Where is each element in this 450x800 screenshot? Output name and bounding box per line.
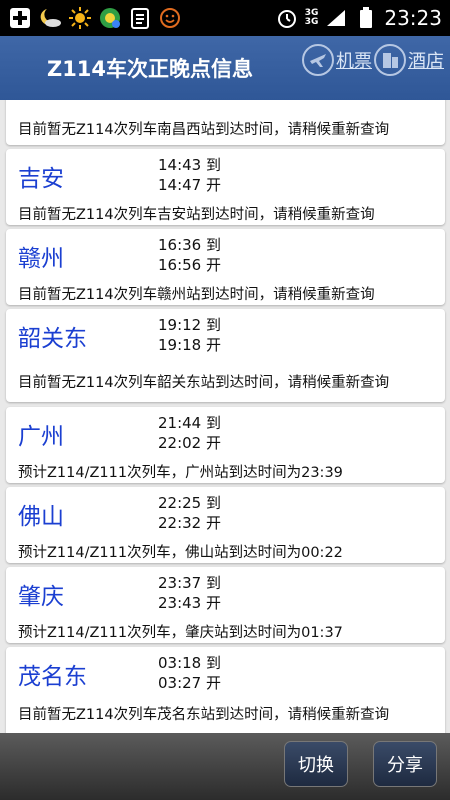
station-note: 目前暂无Z114次列车南昌西站到达时间，请稍候重新查询 [18,122,390,138]
departure-time: 14:47 开 [158,176,221,194]
network-type: 3G 3G [305,9,319,27]
departure-time: 19:18 开 [158,336,221,354]
departure-time: 16:56 开 [158,256,221,274]
station-note: 预计Z114/Z111次列车，肇庆站到达时间为01:37 [18,625,343,641]
share-button[interactable]: 分享 [373,741,437,787]
station-name: 佛山 [18,504,64,530]
arrival-time: 19:12 到 [158,316,221,334]
flight-tickets-label: 机票 [336,51,372,72]
flight-tickets-link[interactable]: 机票 [302,44,372,76]
station-name: 肇庆 [18,584,64,610]
hotel-link[interactable]: 酒店 [374,44,444,76]
arrival-time: 23:37 到 [158,574,221,592]
station-note: 预计Z114/Z111次列车，佛山站到达时间为00:22 [18,545,343,561]
station-name: 吉安 [18,166,64,192]
alarm-clock-icon [275,6,299,30]
station-card[interactable]: 韶关东 19:12 到 19:18 开 目前暂无Z114次列车韶关东站到达时间，… [6,309,445,402]
departure-time: 03:27 开 [158,674,221,692]
battery-icon [354,6,378,30]
bottom-bar: 切换 分享 [0,733,450,800]
station-times: 03:18 到 03:27 开 [158,653,221,693]
arrival-time: 14:43 到 [158,156,221,174]
station-times: 23:37 到 23:43 开 [158,573,221,613]
station-card[interactable]: 吉安 14:43 到 14:47 开 目前暂无Z114次列车吉安站到达时间，请稍… [6,149,445,225]
station-times: 22:25 到 22:32 开 [158,493,221,533]
plus-square-icon [8,6,32,30]
station-times: 14:43 到 14:47 开 [158,155,221,195]
departure-time: 22:32 开 [158,514,221,532]
station-note: 预计Z114/Z111次列车，广州站到达时间为23:39 [18,465,343,481]
departure-time: 22:02 开 [158,434,221,452]
status-time: 23:23 [384,6,442,30]
station-card[interactable]: 广州 21:44 到 22:02 开 预计Z114/Z111次列车，广州站到达时… [6,407,445,483]
arrival-time: 21:44 到 [158,414,221,432]
station-note: 目前暂无Z114次列车吉安站到达时间，请稍候重新查询 [18,207,375,223]
station-list[interactable]: 目前暂无Z114次列车南昌西站到达时间，请稍候重新查询 吉安 14:43 到 1… [0,100,450,733]
building-icon [374,44,406,76]
clipboard-icon [128,6,152,30]
arrival-time: 03:18 到 [158,654,221,672]
station-card[interactable]: 茂名东 03:18 到 03:27 开 目前暂无Z114次列车茂名东站到达时间，… [6,647,445,733]
departure-time: 23:43 开 [158,594,221,612]
station-card[interactable]: 肇庆 23:37 到 23:43 开 预计Z114/Z111次列车，肇庆站到达时… [6,567,445,643]
station-note: 目前暂无Z114次列车赣州站到达时间，请稍候重新查询 [18,287,375,303]
airplane-icon [302,44,334,76]
network-bottom-label: 3G [304,17,319,27]
hotel-label: 酒店 [408,51,444,72]
station-times: 19:12 到 19:18 开 [158,315,221,355]
station-card[interactable]: 目前暂无Z114次列车南昌西站到达时间，请稍候重新查询 [6,100,445,145]
station-name: 茂名东 [18,664,87,690]
station-card[interactable]: 赣州 16:36 到 16:56 开 目前暂无Z114次列车赣州站到达时间，请稍… [6,229,445,305]
station-times: 16:36 到 16:56 开 [158,235,221,275]
sun-icon [68,6,92,30]
moon-cloud-icon [38,6,62,30]
station-card[interactable]: 佛山 22:25 到 22:32 开 预计Z114/Z111次列车，佛山站到达时… [6,487,445,563]
station-note: 目前暂无Z114次列车茂名东站到达时间，请稍候重新查询 [18,707,390,723]
page-title: Z114车次正晚点信息 [46,57,254,81]
switch-button[interactable]: 切换 [284,741,348,787]
station-name: 赣州 [18,246,64,272]
station-times: 21:44 到 22:02 开 [158,413,221,453]
station-name: 韶关东 [18,326,87,352]
station-note: 目前暂无Z114次列车韶关东站到达时间，请稍候重新查询 [18,375,390,391]
green-app-icon [98,6,122,30]
station-name: 广州 [18,424,64,450]
arrival-time: 22:25 到 [158,494,221,512]
smiley-icon [158,6,182,30]
title-bar: Z114车次正晚点信息 机票 酒店 [0,36,450,100]
signal-icon [324,6,348,30]
status-bar: 3G 3G 23:23 [0,0,450,36]
arrival-time: 16:36 到 [158,236,221,254]
